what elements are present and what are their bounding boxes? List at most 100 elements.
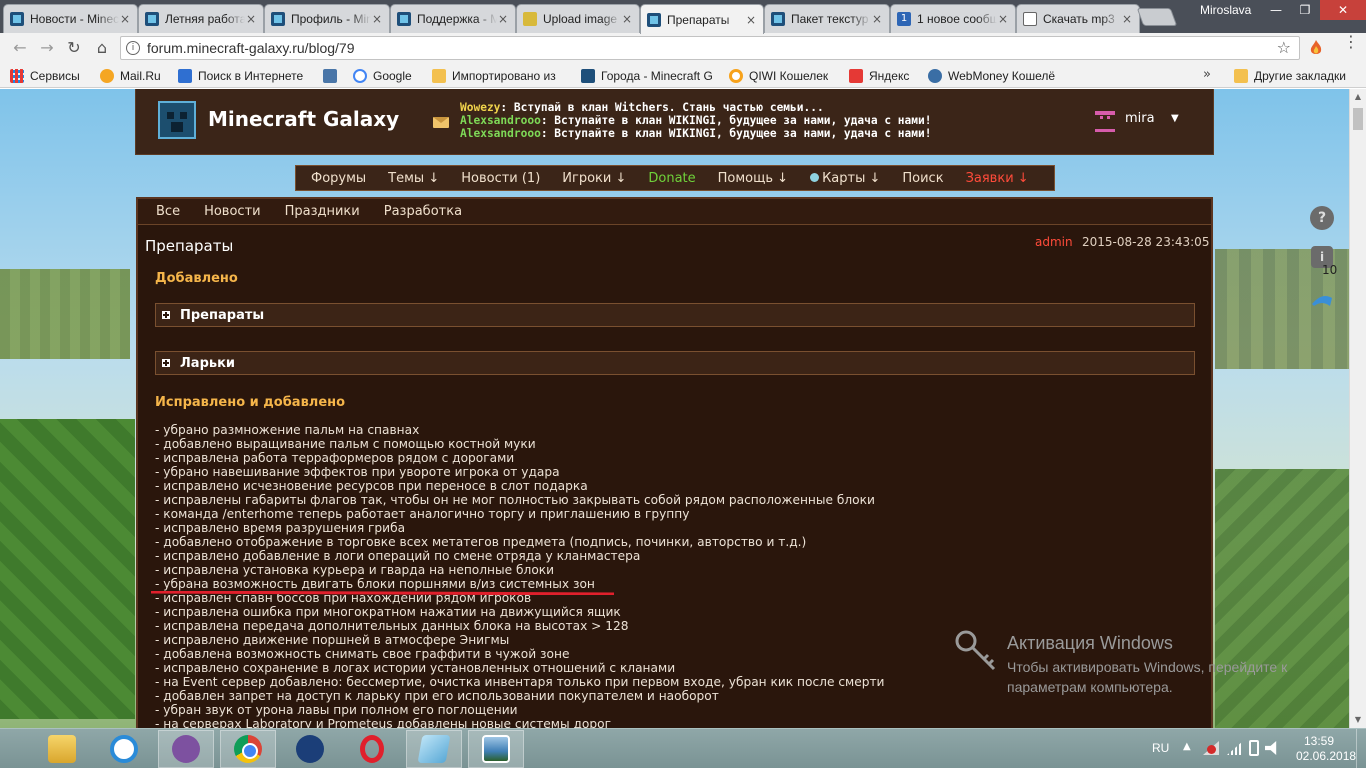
- maximize-button[interactable]: ❐: [1291, 0, 1319, 20]
- taskbar-button[interactable]: [96, 730, 152, 768]
- tab-close-icon[interactable]: ×: [119, 12, 131, 26]
- category-tab[interactable]: Разработка: [372, 204, 474, 219]
- scroll-down-icon[interactable]: ▼: [1350, 712, 1366, 728]
- minecraft-favicon: [10, 12, 24, 26]
- tab-close-icon[interactable]: ×: [745, 13, 757, 27]
- spoiler-preparations[interactable]: Препараты: [155, 303, 1195, 327]
- home-icon[interactable]: ⌂: [92, 38, 112, 58]
- tab-close-icon[interactable]: ×: [497, 12, 509, 26]
- tab-close-icon[interactable]: ×: [1121, 12, 1133, 26]
- bookmark-item[interactable]: Google: [353, 67, 423, 85]
- mail-icon[interactable]: [433, 117, 449, 128]
- browser-tab[interactable]: Препараты ×: [640, 4, 764, 34]
- post-author[interactable]: admin: [1035, 235, 1073, 249]
- show-desktop-button[interactable]: [1356, 729, 1366, 768]
- nav-item[interactable]: Игроки ↓: [551, 171, 637, 186]
- close-window-button[interactable]: ✕: [1320, 0, 1366, 20]
- bookmark-item[interactable]: Поиск в Интернете: [178, 67, 318, 85]
- category-tab[interactable]: Все: [144, 204, 192, 219]
- bookmark-item[interactable]: WebMoney Кошелё: [928, 67, 1058, 85]
- volume-icon[interactable]: [1265, 741, 1277, 755]
- category-tab[interactable]: Праздники: [273, 204, 372, 219]
- user-menu-caret-icon[interactable]: ▼: [1171, 113, 1179, 124]
- url-text[interactable]: forum.minecraft-galaxy.ru/blog/79: [147, 40, 355, 56]
- tab-strip: Новости - Minecraft Galaxy×Летняя работа…: [0, 0, 1366, 34]
- taskbar-button[interactable]: [406, 730, 462, 768]
- browser-tab[interactable]: Новости - Minecraft Galaxy×: [3, 4, 138, 33]
- back-icon[interactable]: ←: [10, 38, 30, 58]
- browser-tab[interactable]: Летняя работа ×: [138, 4, 264, 33]
- bookmark-star-icon[interactable]: ☆: [1277, 38, 1291, 57]
- bookmark-item[interactable]: Сервисы: [10, 67, 90, 85]
- user-avatar-icon[interactable]: [1093, 107, 1117, 132]
- tab-close-icon[interactable]: ×: [371, 12, 383, 26]
- creeper-logo-icon[interactable]: [158, 101, 196, 139]
- clock[interactable]: 13:59 02.06.2018: [1296, 734, 1356, 764]
- changelog-item: - исправлено время разрушения гриба: [155, 521, 406, 535]
- forward-icon[interactable]: →: [37, 38, 57, 58]
- nav-item[interactable]: Поиск: [891, 171, 954, 186]
- new-tab-button[interactable]: [1136, 8, 1178, 26]
- extension-icon[interactable]: [1308, 39, 1324, 57]
- menu-icon[interactable]: ⋮: [1343, 34, 1359, 50]
- taskbar-button[interactable]: [344, 730, 400, 768]
- chat-author[interactable]: Alexsandrooo: [460, 127, 541, 140]
- page-scrollbar[interactable]: ▲ ▼: [1349, 89, 1366, 728]
- bookmark-item[interactable]: Mail.Ru: [100, 67, 170, 85]
- category-tab[interactable]: Новости: [192, 204, 273, 219]
- tab-close-icon[interactable]: ×: [245, 12, 257, 26]
- expand-icon[interactable]: [162, 359, 170, 367]
- taskbar-button[interactable]: [220, 730, 276, 768]
- changelog-item: - исправлена ошибка при многократном наж…: [155, 605, 621, 619]
- bookmarks-overflow-button[interactable]: »: [1203, 67, 1211, 82]
- nav-item[interactable]: Помощь ↓: [707, 171, 799, 186]
- user-name[interactable]: mira: [1125, 111, 1155, 126]
- expand-icon[interactable]: [162, 311, 170, 319]
- other-bookmarks[interactable]: Другие закладки: [1234, 67, 1346, 85]
- browser-tab[interactable]: Поддержка - Minecraft Galaxy×: [390, 4, 516, 33]
- address-bar[interactable]: i forum.minecraft-galaxy.ru/blog/79 ☆: [120, 36, 1300, 60]
- chat-text: : Вступайте в клан WIKINGI, будущее за н…: [540, 127, 932, 140]
- taskbar-button[interactable]: [158, 730, 214, 768]
- activation-text: Чтобы активировать Windows, перейдите к …: [1007, 659, 1288, 695]
- tray-expand-icon[interactable]: ▲: [1183, 741, 1191, 752]
- nav-item[interactable]: Темы ↓: [377, 171, 450, 186]
- profile-name[interactable]: Miroslava: [1200, 3, 1251, 17]
- bookmark-item[interactable]: QIWI Кошелек: [729, 67, 839, 85]
- browser-tab[interactable]: Профиль - Minecraft Galaxy×: [264, 4, 390, 33]
- taskbar-button[interactable]: [282, 730, 338, 768]
- chat-author[interactable]: Alexsandrooo: [460, 114, 541, 127]
- spoiler-stalls[interactable]: Ларьки: [155, 351, 1195, 375]
- bookmark-item[interactable]: [323, 67, 345, 85]
- signin-icon[interactable]: [1310, 292, 1334, 308]
- site-title[interactable]: Minecraft Galaxy: [208, 107, 399, 131]
- taskbar-button[interactable]: [34, 730, 90, 768]
- browser-tab[interactable]: Пакет текстур ×: [764, 4, 890, 33]
- taskbar-button[interactable]: [468, 730, 524, 768]
- nav-item[interactable]: Donate: [637, 171, 706, 186]
- browser-tab[interactable]: Upload image ×: [516, 4, 640, 33]
- scroll-thumb[interactable]: [1353, 108, 1363, 130]
- nav-item[interactable]: Карты ↓: [799, 171, 891, 186]
- tab-close-icon[interactable]: ×: [871, 12, 883, 26]
- bookmark-item[interactable]: Яндекс: [849, 67, 919, 85]
- tab-close-icon[interactable]: ×: [997, 12, 1009, 26]
- signal-icon[interactable]: [1227, 741, 1243, 755]
- chat-author[interactable]: Wowezy: [460, 101, 500, 114]
- scroll-up-icon[interactable]: ▲: [1350, 89, 1366, 105]
- help-icon[interactable]: ?: [1310, 206, 1334, 230]
- browser-tab[interactable]: Скачать mp3 ×: [1016, 4, 1140, 33]
- battery-icon[interactable]: [1249, 740, 1259, 756]
- bookmark-item[interactable]: Города - Minecraft G: [581, 67, 716, 85]
- browser-tab[interactable]: 1 1 новое сообщение×: [890, 4, 1016, 33]
- language-indicator[interactable]: RU: [1152, 741, 1169, 755]
- bookmark-item[interactable]: Импортировано из: [432, 67, 572, 85]
- nav-item[interactable]: Новости (1): [450, 171, 551, 186]
- section-heading-fixed: Исправлено и добавлено: [155, 395, 346, 410]
- reload-icon[interactable]: ↻: [64, 38, 84, 58]
- nav-item[interactable]: Заявки ↓: [955, 171, 1040, 186]
- info-icon[interactable]: i: [126, 41, 140, 55]
- minimize-button[interactable]: —: [1262, 0, 1290, 20]
- tab-close-icon[interactable]: ×: [621, 12, 633, 26]
- nav-item[interactable]: Форумы: [296, 171, 377, 186]
